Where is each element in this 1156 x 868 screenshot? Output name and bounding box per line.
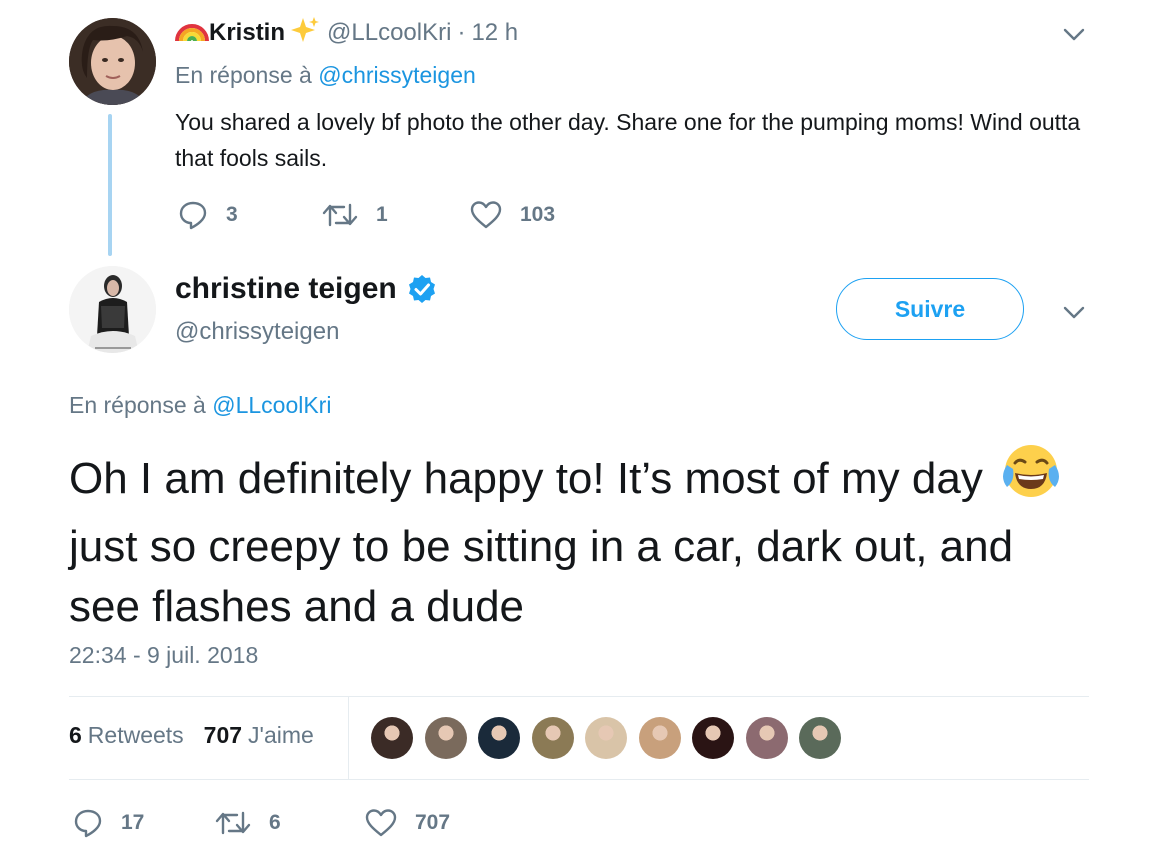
reply-tweet-header: Kristin @LLcoolKri · 12 h xyxy=(175,16,518,50)
reply-chevron-down-icon[interactable] xyxy=(1062,22,1086,46)
in-reply-handle-link[interactable]: @chrissyteigen xyxy=(318,62,476,88)
main-tweet-text-part1: Oh I am definitely happy to! It’s most o… xyxy=(69,454,983,503)
liker-avatar[interactable] xyxy=(478,717,520,759)
reply-retweet-count: 1 xyxy=(376,203,388,226)
avatar-chrissyteigen[interactable] xyxy=(69,266,156,353)
liker-avatar[interactable] xyxy=(371,717,413,759)
rainbow-icon xyxy=(175,17,209,50)
main-author-handle[interactable]: @chrissyteigen xyxy=(175,318,339,346)
reply-retweet-button[interactable]: 1 xyxy=(322,200,388,230)
verified-badge-icon xyxy=(408,275,435,303)
liker-avatar[interactable] xyxy=(424,717,467,759)
main-retweet-action-count: 6 xyxy=(269,811,281,834)
heart-icon xyxy=(470,201,502,229)
sparkles-icon xyxy=(291,16,320,51)
reply-like-button[interactable]: 103 xyxy=(470,200,555,230)
retweet-icon xyxy=(215,811,251,835)
thread-line xyxy=(108,114,112,256)
reply-reply-button[interactable]: 3 xyxy=(178,200,238,230)
reply-tweet-text: You shared a lovely bf photo the other d… xyxy=(175,109,1081,171)
main-in-reply-to: En réponse à @LLcoolKri xyxy=(69,392,331,419)
like-count[interactable]: 707 xyxy=(204,722,242,749)
main-reply-button[interactable]: 17 xyxy=(73,808,144,838)
main-tweet-text: Oh I am definitely happy to! It’s most o… xyxy=(69,441,1079,637)
reply-icon xyxy=(179,201,207,230)
retweet-label[interactable]: Retweets xyxy=(88,722,184,749)
main-chevron-down-icon[interactable] xyxy=(1062,300,1086,324)
like-label[interactable]: J'aime xyxy=(248,722,314,749)
reply-author-handle[interactable]: @LLcoolKri xyxy=(327,19,451,47)
reply-reply-count: 3 xyxy=(226,203,238,226)
reply-icon xyxy=(74,809,102,838)
reply-like-count: 103 xyxy=(520,203,556,226)
follow-button[interactable]: Suivre xyxy=(836,278,1024,340)
heart-icon xyxy=(365,809,397,837)
main-retweet-button[interactable]: 6 xyxy=(215,808,281,838)
stats-top-divider xyxy=(69,696,1089,697)
main-tweet-timestamp[interactable]: 22:34 - 9 juil. 2018 xyxy=(69,642,258,669)
liker-avatar[interactable] xyxy=(692,717,734,759)
main-like-button[interactable]: 707 xyxy=(365,808,450,838)
retweet-icon xyxy=(322,203,358,227)
main-like-action-count: 707 xyxy=(415,811,451,834)
stats-vertical-divider xyxy=(348,697,349,779)
engagement-stats: 6 Retweets 707 J'aime xyxy=(69,722,334,749)
in-reply-prefix: En réponse à xyxy=(175,62,312,88)
reply-in-reply-to: En réponse à @chrissyteigen xyxy=(175,62,476,89)
main-reply-count: 17 xyxy=(121,811,145,834)
main-tweet-text-part2: just so creepy to be sitting in a car, d… xyxy=(69,522,1014,631)
avatar-kristin[interactable] xyxy=(69,18,156,105)
liker-avatar[interactable] xyxy=(531,717,574,759)
header-separator: · xyxy=(457,19,466,46)
main-in-reply-prefix: En réponse à xyxy=(69,392,206,418)
main-author-name-row: christine teigen xyxy=(175,272,437,306)
liker-avatars xyxy=(371,717,853,759)
main-author-name[interactable]: christine teigen xyxy=(175,272,397,306)
main-in-reply-handle-link[interactable]: @LLcoolKri xyxy=(212,392,331,418)
stats-bottom-divider xyxy=(69,779,1089,780)
retweet-count[interactable]: 6 xyxy=(69,722,82,749)
face-with-tears-of-joy-icon xyxy=(1001,441,1061,517)
reply-time[interactable]: 12 h xyxy=(471,19,518,47)
liker-avatar[interactable] xyxy=(799,717,841,759)
liker-avatar[interactable] xyxy=(585,717,627,759)
reply-author-name[interactable]: Kristin xyxy=(209,19,285,47)
liker-avatar[interactable] xyxy=(638,717,681,759)
liker-avatar[interactable] xyxy=(745,717,788,759)
